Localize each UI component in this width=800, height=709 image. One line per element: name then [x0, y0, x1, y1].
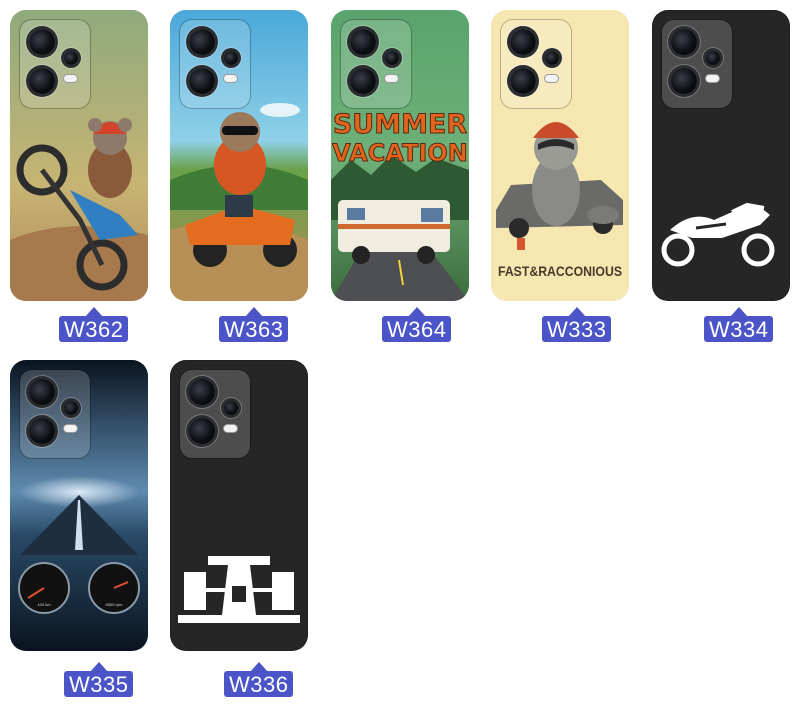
- camera-lens: [350, 29, 376, 55]
- phone-case-image[interactable]: [170, 10, 308, 301]
- camera-lens: [510, 68, 536, 94]
- camera-module: [341, 20, 411, 108]
- camera-module: [501, 20, 571, 108]
- camera-lens: [510, 29, 536, 55]
- camera-module: [20, 20, 90, 108]
- phone-case-image[interactable]: [652, 10, 790, 301]
- phone-case-image[interactable]: SUMMER VACATION: [331, 10, 469, 301]
- flash: [545, 75, 558, 82]
- phone-case-image[interactable]: [170, 360, 308, 651]
- camera-module: [662, 20, 732, 108]
- camera-lens: [29, 29, 55, 55]
- title-line-2: VACATION: [332, 139, 468, 167]
- product-code-tag: W363: [219, 307, 289, 342]
- camera-module: [20, 370, 90, 458]
- camera-lens: [29, 68, 55, 94]
- flash: [385, 75, 398, 82]
- product-code-tag: W364: [382, 307, 452, 342]
- camera-lens: [350, 68, 376, 94]
- camera-lens: [385, 51, 399, 65]
- flash: [224, 75, 237, 82]
- phone-case-image[interactable]: [10, 10, 148, 301]
- phone-case-image[interactable]: FAST&RACCONIOUS: [491, 10, 629, 301]
- product-code-tag: W336: [224, 662, 294, 697]
- camera-lens: [64, 51, 78, 65]
- flash: [224, 425, 237, 432]
- product-code-tag: W333: [542, 307, 612, 342]
- camera-lens: [224, 401, 238, 415]
- title-line-1: SUMMER: [333, 109, 468, 140]
- camera-lens: [29, 418, 55, 444]
- camera-lens: [671, 29, 697, 55]
- camera-lens: [706, 51, 720, 65]
- camera-module: [180, 370, 250, 458]
- phone-case-image[interactable]: 100 km 6500 rpm: [10, 360, 148, 651]
- flash: [64, 75, 77, 82]
- camera-lens: [189, 418, 215, 444]
- camera-lens: [64, 401, 78, 415]
- gauge-left-label: 100 km: [37, 602, 51, 607]
- camera-lens: [189, 68, 215, 94]
- flash: [706, 75, 719, 82]
- camera-module: [180, 20, 250, 108]
- camera-lens: [189, 29, 215, 55]
- flash: [64, 425, 77, 432]
- product-code-tag: W362: [59, 307, 129, 342]
- camera-lens: [189, 379, 215, 405]
- camera-lens: [224, 51, 238, 65]
- product-code-tag: W334: [704, 307, 774, 342]
- camera-lens: [29, 379, 55, 405]
- camera-lens: [545, 51, 559, 65]
- product-grid: W362 W363 SUMMER VACATION W364 FAST&RACC…: [0, 0, 800, 709]
- gauge-right-label: 6500 rpm: [106, 602, 124, 607]
- product-code-tag: W335: [64, 662, 134, 697]
- camera-lens: [671, 68, 697, 94]
- title-text: FAST&RACCONIOUS: [498, 263, 622, 279]
